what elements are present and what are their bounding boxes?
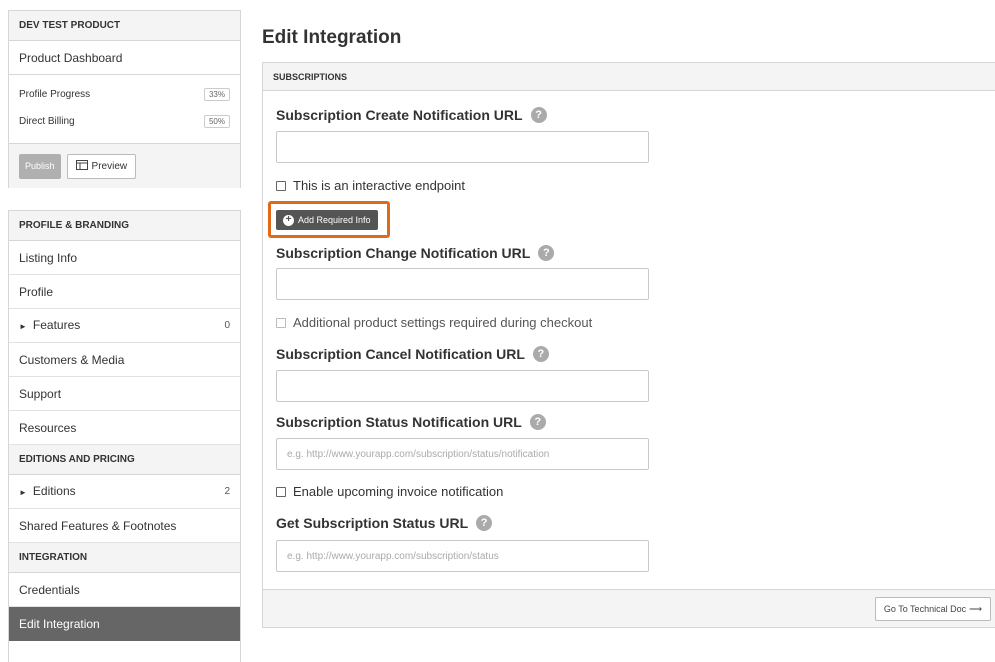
preview-label: Preview [91,160,128,172]
sidebar-item-label: Features [32,317,81,332]
progress-row: Profile Progress 33% [19,81,230,108]
sidebar-item-label: Listing Info [19,250,78,265]
progress-label: Direct Billing [19,116,75,127]
progress-label: Profile Progress [19,89,91,100]
sidebar-item-label: Customers & Media [19,352,125,367]
publish-toolbar: Publish Preview [9,144,240,188]
plus-circle-icon: + [283,214,294,226]
sidebar-item-editions[interactable]: ► Editions 2 [9,475,240,509]
sidebar-item-label: Shared Features & Footnotes [19,518,177,533]
create-url-label: Subscription Create Notification URL ? [276,107,547,123]
sidebar-item-label: Profile [19,284,54,299]
create-url-label-text: Subscription Create Notification URL [276,107,523,123]
technical-doc-label: Go To Technical Doc [883,604,967,614]
add-required-info-button[interactable]: + Add Required Info [276,210,378,230]
nav-section-integration: INTEGRATION [9,543,240,573]
publish-button[interactable]: Publish [19,153,61,179]
section-heading: SUBSCRIPTIONS [263,63,995,91]
nav-section-profile-branding: PROFILE & BRANDING [9,211,240,241]
add-required-info-label: Add Required Info [298,215,371,225]
cancel-url-input[interactable] [276,370,649,402]
product-dashboard-link[interactable]: Product Dashboard [9,41,240,75]
sidebar-item-shared-features[interactable]: Shared Features & Footnotes [9,509,240,543]
preview-icon [75,159,88,173]
create-url-input[interactable] [276,131,649,163]
sidebar-item-edit-integration[interactable]: Edit Integration [9,607,240,641]
help-icon[interactable]: ? [538,245,555,261]
sidebar-item-label: Resources [19,420,77,435]
additional-settings-checkbox[interactable]: Additional product settings required dur… [276,315,592,330]
sidebar-item-label: Editions [32,483,76,498]
get-status-url-input[interactable] [276,540,649,572]
sidebar-item-features[interactable]: ► Features 0 [9,309,240,343]
subscriptions-card: SUBSCRIPTIONS Subscription Create Notifi… [262,62,995,628]
card-footer: Go To Technical Doc ⟶ [263,589,995,627]
checkbox-icon[interactable] [276,180,286,191]
checkbox-icon[interactable] [276,486,286,497]
sidebar-item-label: Support [19,386,62,401]
help-icon[interactable]: ? [476,515,493,531]
checkbox-icon[interactable] [276,317,286,328]
sidebar-item-listing-info[interactable]: Listing Info [9,241,240,275]
product-name: DEV TEST PRODUCT [9,11,240,41]
help-icon[interactable]: ? [532,346,549,362]
cancel-url-label-text: Subscription Cancel Notification URL [276,346,525,362]
expand-triangle-icon: ► [19,487,27,497]
change-url-input[interactable] [276,268,649,300]
page-title: Edit Integration [262,27,402,48]
sidebar-item-credentials[interactable]: Credentials [9,573,240,607]
editions-count: 2 [224,485,230,497]
arrow-right-icon: ⟶ [969,603,982,614]
upcoming-invoice-checkbox[interactable]: Enable upcoming invoice notification [276,484,503,499]
features-count: 0 [224,319,230,331]
change-url-label: Subscription Change Notification URL ? [276,245,555,261]
progress-badge: 33% [203,88,230,101]
additional-settings-label: Additional product settings required dur… [293,315,593,330]
sidebar-item-resources[interactable]: Resources [9,411,240,445]
sidebar-item-support[interactable]: Support [9,377,240,411]
get-status-url-label: Get Subscription Status URL ? [276,515,493,531]
product-dashboard-label: Product Dashboard [19,50,123,65]
sidebar-item-profile[interactable]: Profile [9,275,240,309]
expand-triangle-icon: ► [19,321,27,331]
help-icon[interactable]: ? [530,107,547,123]
interactive-endpoint-checkbox[interactable]: This is an interactive endpoint [276,178,465,193]
cancel-url-label: Subscription Cancel Notification URL ? [276,346,549,362]
technical-doc-button[interactable]: Go To Technical Doc ⟶ [874,597,991,621]
status-url-input[interactable] [276,438,649,470]
nav-section-editions-pricing: EDITIONS AND PRICING [9,445,240,475]
product-panel: DEV TEST PRODUCT Product Dashboard Profi… [8,10,241,188]
interactive-endpoint-label: This is an interactive endpoint [293,178,465,193]
get-status-url-label-text: Get Subscription Status URL [276,515,469,531]
help-icon[interactable]: ? [529,414,546,430]
progress-badge: 50% [203,115,230,128]
sidebar-nav: PROFILE & BRANDING Listing Info Profile … [8,210,241,662]
status-url-label: Subscription Status Notification URL ? [276,414,546,430]
upcoming-invoice-label: Enable upcoming invoice notification [293,484,504,499]
progress-row: Direct Billing 50% [19,108,230,135]
sidebar-item-customers-media[interactable]: Customers & Media [9,343,240,377]
preview-button[interactable]: Preview [66,153,137,179]
progress-list: Profile Progress 33% Direct Billing 50% [9,75,240,144]
highlight-box: + Add Required Info [268,201,390,238]
change-url-label-text: Subscription Change Notification URL [276,245,531,261]
status-url-label-text: Subscription Status Notification URL [276,414,522,430]
sidebar-item-label: Edit Integration [19,617,100,631]
sidebar-item-label: Credentials [19,582,80,597]
